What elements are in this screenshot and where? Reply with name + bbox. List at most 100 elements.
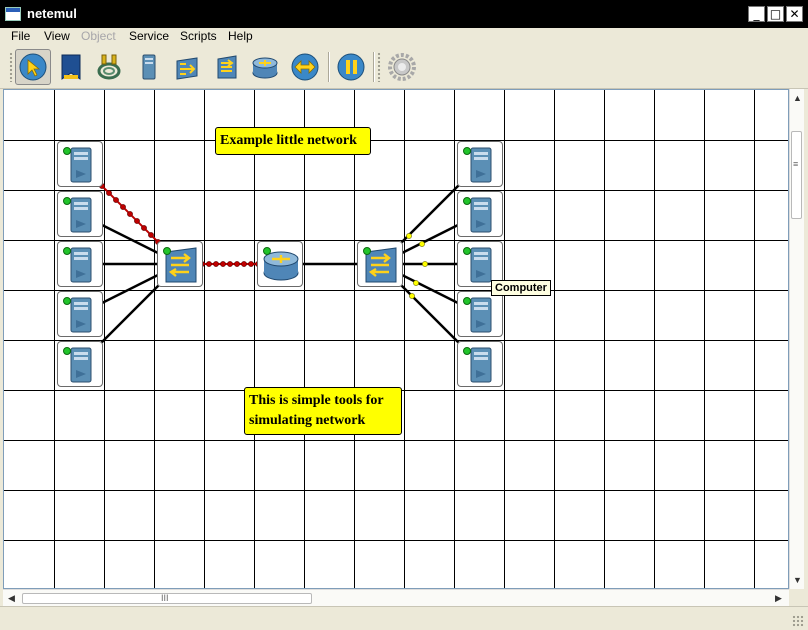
- switch-tool-button[interactable]: [209, 49, 245, 85]
- computer-device[interactable]: [457, 141, 503, 187]
- packet-dot: [120, 204, 126, 210]
- packet-dot: [127, 211, 133, 217]
- toolbar-grip[interactable]: [377, 52, 381, 82]
- title-bar[interactable]: netemul _ □ ✕: [0, 0, 808, 28]
- status-led-icon: [363, 247, 371, 255]
- computer-tool-button[interactable]: [131, 49, 167, 85]
- computer-device[interactable]: [57, 291, 103, 337]
- status-led-icon: [463, 247, 471, 255]
- switch-device[interactable]: [157, 241, 203, 287]
- note-line-2: simulating network: [249, 413, 366, 428]
- packet-dot: [413, 280, 419, 286]
- packet-dot: [422, 261, 428, 267]
- vertical-scroll-thumb[interactable]: ≡: [791, 131, 802, 219]
- computer-device[interactable]: [457, 191, 503, 237]
- status-led-icon: [63, 347, 71, 355]
- minimize-button[interactable]: _: [748, 6, 765, 22]
- canvas-grid: [4, 90, 788, 588]
- packet-dot: [213, 261, 219, 267]
- network-canvas[interactable]: Example little network This is simple to…: [3, 89, 789, 589]
- packets: [406, 233, 428, 299]
- computer-device[interactable]: [457, 341, 503, 387]
- toolbar-separator: [373, 52, 375, 82]
- router-tool-button[interactable]: [247, 49, 283, 85]
- packet-dot: [220, 261, 226, 267]
- select-arrow-icon: [19, 53, 47, 81]
- computer-icon: [142, 54, 156, 80]
- packet-dot: [248, 261, 254, 267]
- status-led-icon: [463, 197, 471, 205]
- menu-file[interactable]: File: [11, 29, 30, 43]
- canvas-scene: [4, 90, 788, 588]
- computer-device[interactable]: [57, 341, 103, 387]
- packet-dot: [419, 241, 425, 247]
- cable-tool-button[interactable]: [91, 49, 127, 85]
- send-tool-button[interactable]: [287, 49, 323, 85]
- cable-icon: [97, 54, 121, 80]
- computer-device[interactable]: [57, 191, 103, 237]
- computer-device[interactable]: [57, 241, 103, 287]
- packet-dot: [406, 233, 412, 239]
- hub-icon: [176, 57, 198, 80]
- status-bar: [0, 606, 808, 630]
- packet-dot: [134, 218, 140, 224]
- resize-grip[interactable]: [792, 615, 804, 627]
- scroll-left-icon[interactable]: ◀: [8, 593, 15, 603]
- computer-device[interactable]: [57, 141, 103, 187]
- packet-dot: [227, 261, 233, 267]
- switch-icon: [217, 55, 237, 79]
- status-led-icon: [463, 147, 471, 155]
- note-description[interactable]: This is simple tools for simulating netw…: [244, 387, 402, 435]
- router-icon: [252, 57, 278, 79]
- status-led-icon: [63, 247, 71, 255]
- maximize-button[interactable]: □: [767, 6, 784, 22]
- packet-dot: [206, 261, 212, 267]
- status-led-icon: [63, 147, 71, 155]
- window-title: netemul: [27, 6, 77, 21]
- toolbar: [0, 46, 808, 89]
- toolbar-grip[interactable]: [9, 52, 13, 82]
- scroll-down-icon[interactable]: ▼: [793, 575, 802, 585]
- tooltip: Computer: [491, 280, 551, 296]
- menu-service[interactable]: Service: [129, 29, 169, 43]
- status-led-icon: [463, 297, 471, 305]
- status-led-icon: [163, 247, 171, 255]
- packet-dot: [141, 225, 147, 231]
- menu-scripts[interactable]: Scripts: [180, 29, 217, 43]
- menu-view[interactable]: View: [44, 29, 70, 43]
- settings-gear-icon: [388, 53, 416, 81]
- status-led-icon: [463, 347, 471, 355]
- status-led-icon: [63, 197, 71, 205]
- settings-button[interactable]: [384, 49, 420, 85]
- status-led-icon: [63, 297, 71, 305]
- horizontal-scrollbar[interactable]: ◀ III ▶: [3, 589, 789, 606]
- horizontal-scroll-thumb[interactable]: III: [22, 593, 312, 604]
- select-tool-button[interactable]: [15, 49, 51, 85]
- scroll-up-icon[interactable]: ▲: [793, 93, 802, 103]
- note-line-1: This is simple tools for: [249, 393, 384, 408]
- scroll-right-icon[interactable]: ▶: [775, 593, 782, 603]
- send-icon: [291, 53, 319, 81]
- note-tool-button[interactable]: [53, 49, 89, 85]
- scroll-grip-icon: ≡: [793, 159, 799, 169]
- menu-bar: File View Object Service Scripts Help: [0, 28, 808, 46]
- router-device[interactable]: [257, 241, 303, 287]
- menu-object[interactable]: Object: [81, 29, 116, 43]
- packet-dot: [409, 293, 415, 299]
- packet-dot: [148, 232, 154, 238]
- switch-device[interactable]: [357, 241, 403, 287]
- status-led-icon: [263, 247, 271, 255]
- menu-help[interactable]: Help: [228, 29, 253, 43]
- toolbar-separator: [328, 52, 330, 82]
- note-icon: [61, 54, 81, 80]
- vertical-scrollbar[interactable]: ▲ ≡ ▼: [789, 89, 804, 589]
- packet-dot: [234, 261, 240, 267]
- pause-button[interactable]: [333, 49, 369, 85]
- note-example[interactable]: Example little network: [215, 127, 371, 155]
- scroll-grip-icon: III: [161, 593, 169, 603]
- computer-device[interactable]: [457, 291, 503, 337]
- packet-dot: [113, 197, 119, 203]
- hub-tool-button[interactable]: [169, 49, 205, 85]
- pause-icon: [337, 53, 365, 81]
- close-button[interactable]: ✕: [786, 6, 803, 22]
